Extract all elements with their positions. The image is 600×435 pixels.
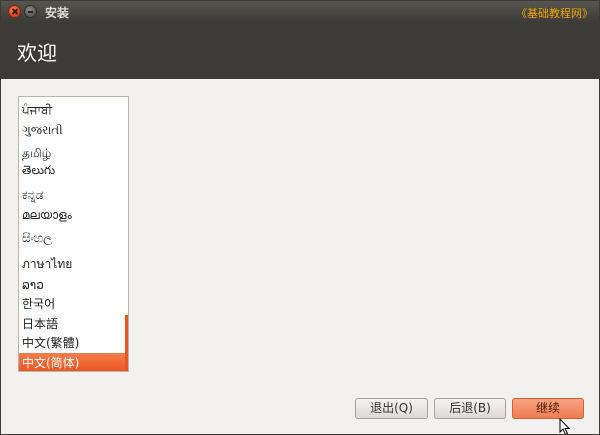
language-list-scrollbar[interactable]: [125, 97, 128, 371]
language-item-selected[interactable]: 中文(简体): [19, 353, 126, 371]
language-item[interactable]: 한국어: [19, 294, 126, 314]
scrollbar-thumb[interactable]: [125, 315, 128, 371]
language-item[interactable]: 中文(繁體): [19, 333, 126, 353]
language-item[interactable]: తెలుగు: [19, 160, 126, 180]
quit-button[interactable]: 退出(Q): [355, 398, 428, 419]
header-banner: 欢迎: [1, 23, 599, 79]
language-item[interactable]: മലയാളം: [19, 205, 126, 225]
back-button[interactable]: 后退(B): [434, 398, 506, 419]
language-item[interactable]: ಕನ್ನಡ: [19, 185, 126, 205]
language-item[interactable]: ਪੰਜਾਬੀ: [19, 100, 126, 120]
continue-button[interactable]: 继续: [512, 398, 584, 419]
page-title: 欢迎: [17, 41, 57, 65]
watermark-text: 《基础教程网》: [516, 7, 593, 20]
window-title: 安装: [45, 6, 70, 20]
installer-window: 安装 《基础教程网》 欢迎 ਪੰਜਾਬੀ ગુજરાતી தமிழ் తెలుగు ಕನ…: [0, 0, 600, 435]
language-item[interactable]: 日本語: [19, 314, 126, 334]
language-item[interactable]: ગુજરાતી: [19, 120, 126, 140]
language-item[interactable]: ລາວ: [19, 275, 126, 295]
language-item[interactable]: ภาษาไทย: [19, 254, 126, 274]
minimize-icon[interactable]: [24, 5, 37, 18]
language-list[interactable]: ਪੰਜਾਬੀ ગુજરાતી தமிழ் తెలుగు ಕನ್ನಡ മലയാളം සිංහල…: [18, 96, 129, 372]
title-bar: 安装 《基础教程网》: [1, 1, 599, 23]
mouse-pointer-icon: [559, 418, 571, 434]
close-icon[interactable]: [8, 5, 21, 18]
language-item[interactable]: සිංහල: [19, 228, 126, 248]
